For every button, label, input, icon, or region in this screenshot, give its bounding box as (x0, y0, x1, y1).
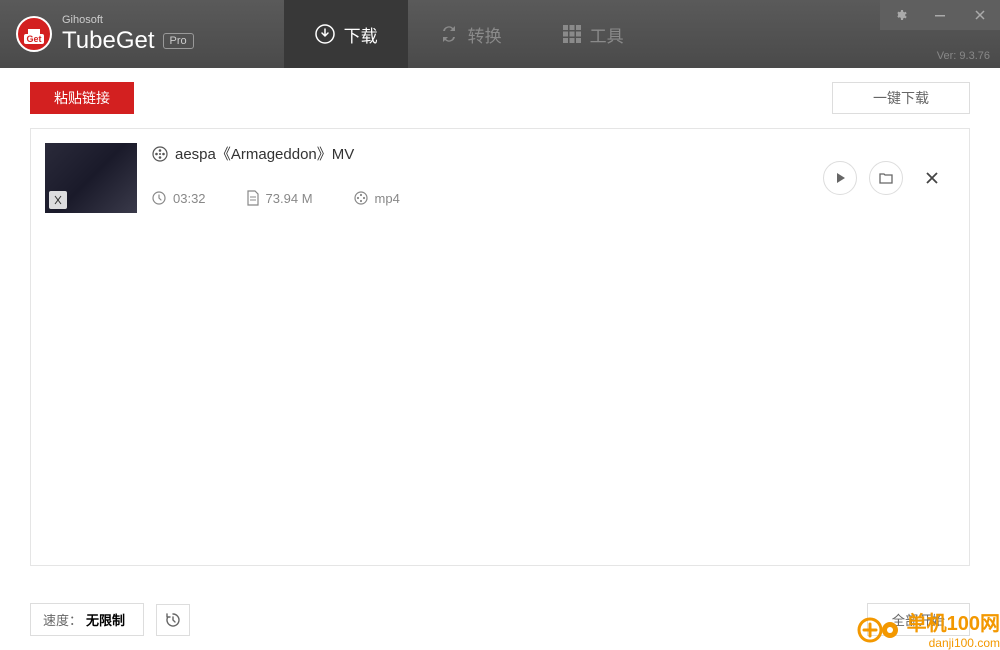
watermark-url: danji100.com (929, 636, 1000, 650)
history-button[interactable] (156, 604, 190, 636)
item-title: aespa《Armageddon》MV (175, 143, 354, 164)
tab-tools-label: 工具 (590, 22, 624, 47)
item-duration: 03:32 (173, 191, 206, 206)
thumbnail-badge-icon (49, 191, 67, 209)
speed-value: 无限制 (86, 610, 125, 629)
play-button[interactable] (823, 161, 857, 195)
settings-button[interactable] (880, 0, 920, 30)
tab-convert-label: 转换 (468, 22, 502, 47)
item-size: 73.94 M (266, 191, 313, 206)
logo-block: Get Gihosoft TubeGet Pro (0, 13, 194, 55)
main-tabs: 下载 转换 工具 (284, 0, 654, 68)
speed-label: 速度： (43, 610, 82, 629)
list-item: aespa《Armageddon》MV 03:32 73.94 M (31, 129, 969, 227)
titlebar: Get Gihosoft TubeGet Pro 下载 转换 (0, 0, 1000, 68)
item-actions (823, 143, 955, 195)
tab-convert[interactable]: 转换 (408, 0, 532, 68)
window-controls (880, 0, 1000, 30)
download-all-button[interactable]: 一键下载 (832, 82, 970, 114)
convert-icon (438, 23, 460, 45)
app-logo-icon: Get (16, 16, 52, 52)
file-icon (246, 190, 260, 206)
close-button[interactable] (960, 0, 1000, 30)
film-icon (151, 145, 169, 163)
version-label: Ver: 9.3.76 (937, 50, 990, 62)
format-icon (353, 190, 369, 206)
minimize-button[interactable] (920, 0, 960, 30)
pro-badge: Pro (163, 33, 194, 49)
tab-download[interactable]: 下载 (284, 0, 408, 68)
download-icon (314, 23, 336, 45)
open-folder-button[interactable] (869, 161, 903, 195)
tab-tools[interactable]: 工具 (532, 0, 654, 68)
toolbar: 粘贴链接 一键下载 (0, 68, 1000, 128)
clock-icon (151, 190, 167, 206)
tab-download-label: 下载 (344, 22, 378, 47)
item-format: mp4 (375, 191, 400, 206)
start-all-button[interactable]: 全部开始 (867, 603, 970, 636)
speed-limit-box[interactable]: 速度： 无限制 (30, 603, 144, 636)
app-title: TubeGet (62, 27, 155, 55)
company-name: Gihosoft (62, 13, 194, 27)
item-body: aespa《Armageddon》MV 03:32 73.94 M (137, 143, 823, 206)
paste-link-button[interactable]: 粘贴链接 (30, 82, 134, 114)
statusbar: 速度： 无限制 全部开始 (30, 603, 970, 636)
remove-item-button[interactable] (915, 161, 949, 195)
video-thumbnail (45, 143, 137, 213)
grid-icon (562, 24, 582, 44)
download-list: aespa《Armageddon》MV 03:32 73.94 M (30, 128, 970, 566)
